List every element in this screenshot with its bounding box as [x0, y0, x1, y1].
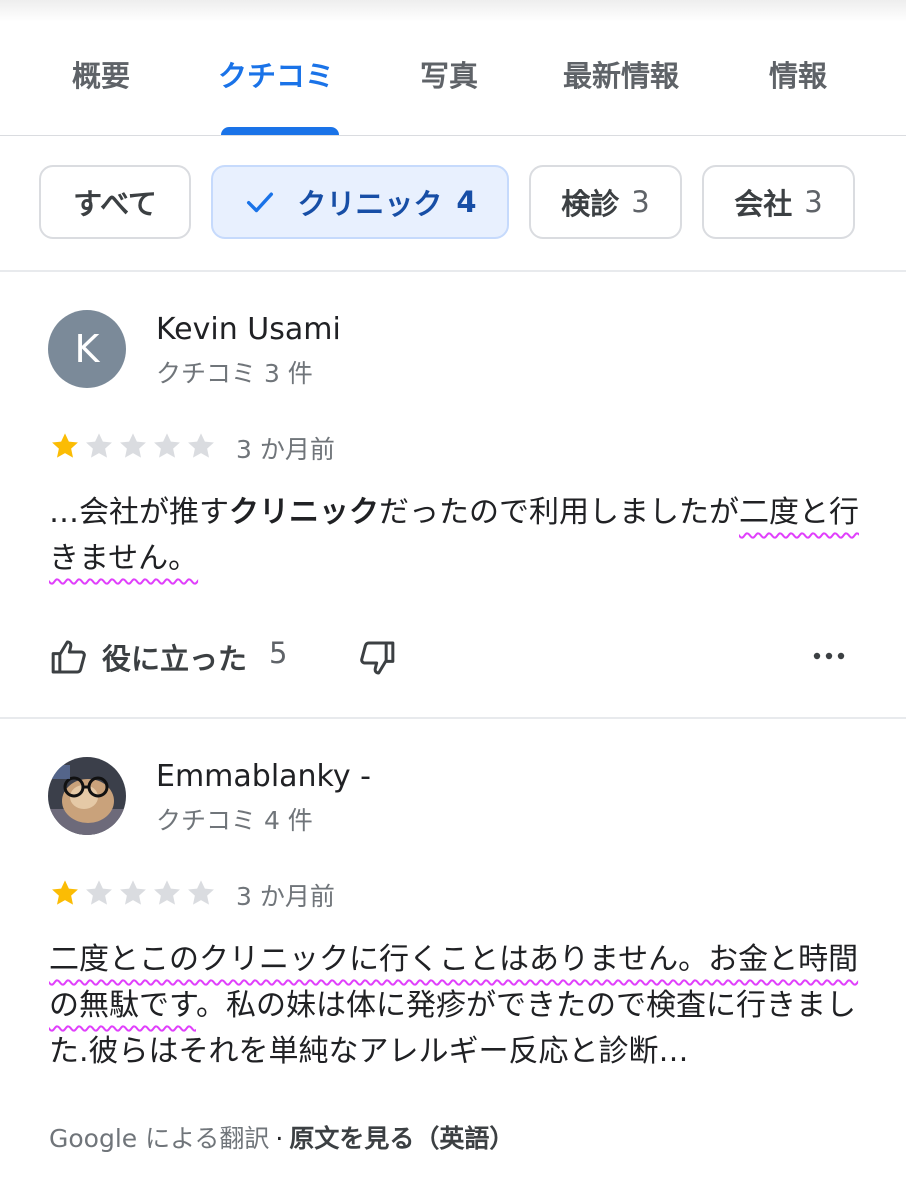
- topic-filter-chips: すべて クリニック 4 検診 3 会社 3: [0, 136, 906, 272]
- translation-separator: ·: [275, 1124, 284, 1153]
- tab-reviews[interactable]: クチコミ: [218, 54, 334, 98]
- see-original-link[interactable]: 原文を見る（英語）: [289, 1124, 514, 1153]
- chip-count: 3: [631, 185, 650, 219]
- chip-label: 会社: [734, 187, 793, 221]
- chip-count: 3: [804, 185, 823, 219]
- review-text-middle: だったので利用しましたが: [379, 495, 739, 530]
- tab-bar: 概要 クチコミ 写真 最新情報 情報: [0, 22, 906, 136]
- star-empty-icon: [120, 433, 146, 458]
- reviewer-review-count: クチコミ 4 件: [156, 806, 313, 835]
- star-filled-icon: [52, 433, 78, 458]
- star-rating: [48, 877, 218, 909]
- tab-overview[interactable]: 概要: [72, 54, 130, 98]
- chip-all[interactable]: すべて: [39, 165, 191, 239]
- review-date: 3 か月前: [236, 435, 335, 464]
- translation-label: による翻訳: [145, 1124, 270, 1153]
- chip-label: 検診: [561, 187, 620, 221]
- review-card: Emmablanky - クチコミ 4 件 3 か月前 二度とこのクリニックに行…: [0, 719, 906, 1200]
- translation-source: Google: [49, 1124, 138, 1153]
- review-text[interactable]: 二度とこのクリニックに行くことはありません。お金と時間の無駄です。私の妹は体に発…: [49, 937, 859, 1075]
- star-empty-icon: [188, 433, 214, 458]
- chip-label: クリニック: [297, 187, 443, 221]
- star-filled-icon: [52, 880, 78, 905]
- star-empty-icon: [86, 880, 112, 905]
- avatar[interactable]: K: [48, 310, 126, 388]
- chip-clinic[interactable]: クリニック 4: [211, 165, 509, 239]
- review-date: 3 か月前: [236, 882, 335, 911]
- reviewer-name[interactable]: Emmablanky -: [156, 759, 371, 794]
- tab-about[interactable]: 情報: [769, 54, 827, 98]
- tab-photos[interactable]: 写真: [420, 54, 478, 98]
- active-tab-indicator: [221, 127, 339, 135]
- star-empty-icon: [86, 433, 112, 458]
- review-text[interactable]: …会社が推すクリニックだったので利用しましたが二度と行きません。: [49, 490, 859, 582]
- more-options-icon[interactable]: [812, 646, 846, 666]
- star-rating: [48, 430, 218, 462]
- review-actions: 役に立った 5: [48, 632, 858, 682]
- review-text-prefix: …会社が推す: [49, 495, 229, 530]
- translation-notice: Google による翻訳 · 原文を見る（英語）: [49, 1119, 514, 1155]
- star-empty-icon: [154, 880, 180, 905]
- profile-photo-glasses-icon: [48, 757, 126, 835]
- reviewer-name[interactable]: Kevin Usami: [156, 312, 341, 347]
- avatar[interactable]: [48, 757, 126, 835]
- helpful-button[interactable]: 役に立った: [102, 636, 247, 678]
- thumbs-up-icon[interactable]: [48, 637, 90, 677]
- review-text-keyword: クリニック: [229, 495, 379, 530]
- reviewer-review-count: クチコミ 3 件: [156, 359, 313, 388]
- helpful-count: 5: [269, 636, 288, 670]
- tab-updates[interactable]: 最新情報: [563, 54, 679, 98]
- star-empty-icon: [120, 880, 146, 905]
- avatar-letter: K: [74, 327, 100, 371]
- check-icon: [247, 192, 274, 213]
- top-shadow: [0, 0, 906, 22]
- thumbs-down-icon[interactable]: [356, 638, 398, 678]
- star-empty-icon: [154, 433, 180, 458]
- chip-label: すべて: [73, 187, 157, 221]
- reviews-page: 概要 クチコミ 写真 最新情報 情報 すべて クリニック 4 検診 3 会社 3…: [0, 0, 906, 1200]
- chip-checkup[interactable]: 検診 3: [529, 165, 682, 239]
- star-empty-icon: [188, 880, 214, 905]
- chip-company[interactable]: 会社 3: [702, 165, 855, 239]
- review-card: K Kevin Usami クチコミ 3 件 3 か月前 …会社が推すクリニック…: [0, 272, 906, 719]
- chip-count: 4: [456, 185, 477, 219]
